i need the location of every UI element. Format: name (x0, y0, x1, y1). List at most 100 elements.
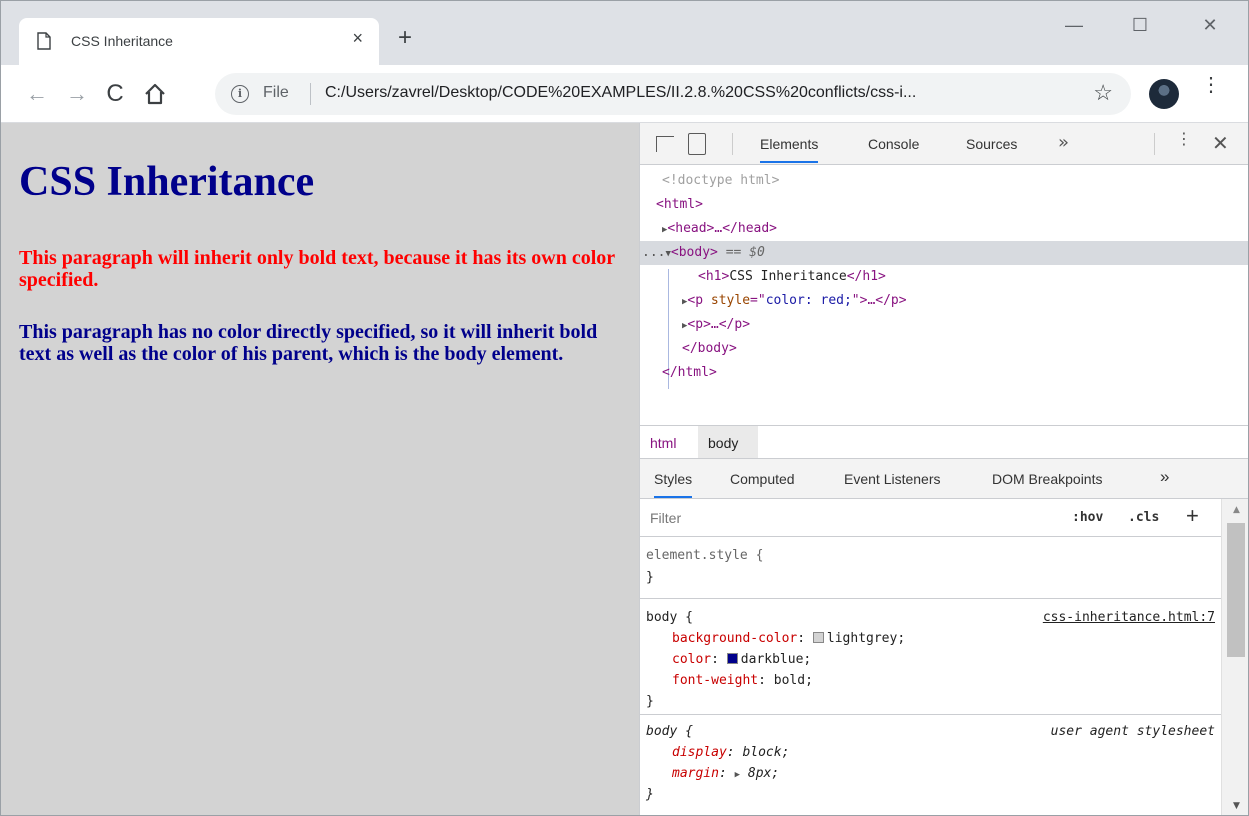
home-icon[interactable] (141, 80, 169, 108)
prop-display[interactable]: display: block; (672, 742, 789, 763)
browser-window: CSS Inheritance × + — ☐ ✕ ← → C i File C… (0, 0, 1249, 816)
tab-computed[interactable]: Computed (730, 471, 795, 487)
tab-styles[interactable]: Styles (654, 471, 693, 498)
color-swatch-icon[interactable] (812, 632, 824, 643)
breadcrumb: html body (640, 425, 1248, 459)
cls-toggle[interactable]: .cls (1128, 510, 1159, 525)
dom-body-marker: == $0 (725, 245, 765, 260)
dom-body-open: <body> (670, 245, 718, 260)
color-swatch-icon[interactable] (726, 653, 738, 664)
prop-margin[interactable]: margin: ▶ 8px; (672, 763, 779, 786)
breadcrumb-html[interactable]: html (650, 435, 676, 451)
dom-head-row[interactable]: ▶<head>…</head> (662, 217, 777, 242)
address-separator (310, 83, 311, 105)
dom-h1-text: CSS Inheritance (729, 269, 847, 284)
rule-body-author: body { css-inheritance.html:7 background… (640, 599, 1221, 715)
rule-selector[interactable]: body { (646, 721, 693, 742)
prop-name: font-weight (672, 673, 759, 688)
paragraph-red: This paragraph will inherit only bold te… (19, 247, 615, 291)
prop-value: block; (742, 745, 790, 760)
maximize-button[interactable]: ☐ (1125, 15, 1155, 39)
prop-name: color (672, 652, 712, 667)
dom-p-open: <p (687, 293, 711, 308)
prop-name: background-color (672, 631, 798, 646)
dom-tree: <!doctype html> <html> ▶<head>…</head> .… (640, 165, 1248, 425)
dom-html-open[interactable]: <html> (656, 193, 703, 217)
rule-close: } (646, 694, 654, 709)
expand-arrow-icon[interactable]: ▶ (735, 770, 740, 780)
rule-body-ua: body { user agent stylesheet display: bl… (640, 715, 1221, 815)
styles-pane: element.style { } body { css-inheritance… (640, 537, 1221, 815)
devtools-menu-icon[interactable]: ⋮ (1176, 131, 1192, 147)
more-tabs-icon[interactable]: » (1058, 132, 1069, 153)
avatar-icon[interactable] (1149, 79, 1179, 109)
address-url[interactable]: C:/Users/zavrel/Desktop/CODE%20EXAMPLES/… (325, 84, 916, 102)
dom-doctype[interactable]: <!doctype html> (662, 169, 779, 193)
dom-p-close: ">…</p> (851, 293, 907, 308)
info-icon[interactable]: i (231, 85, 249, 103)
styles-subtabs: Styles Computed Event Listeners DOM Brea… (640, 459, 1248, 499)
page-content: CSS Inheritance This paragraph will inhe… (1, 123, 639, 815)
tab-close-icon[interactable]: × (352, 28, 363, 49)
reload-button[interactable]: C (101, 80, 129, 108)
prop-name: display (672, 745, 727, 760)
tab-title: CSS Inheritance (71, 33, 173, 49)
dom-body-row[interactable]: ...▼<body> == $0 (642, 241, 765, 266)
dom-h1-close: </h1> (846, 269, 886, 284)
dom-p-value: color: red; (765, 293, 852, 308)
styles-filter-input[interactable] (642, 503, 1054, 533)
page-heading: CSS Inheritance (19, 159, 315, 205)
breadcrumb-body[interactable]: body (708, 435, 738, 451)
scroll-down-icon[interactable]: ▼ (1233, 801, 1240, 811)
dom-p-eq: =" (750, 293, 766, 308)
add-rule-icon[interactable]: + (1186, 503, 1199, 529)
back-button[interactable]: ← (23, 80, 51, 108)
tabbar-divider (732, 133, 733, 155)
address-bar[interactable]: i File C:/Users/zavrel/Desktop/CODE%20EX… (215, 73, 1131, 115)
prop-value: darkblue (740, 652, 804, 667)
browser-menu-icon[interactable]: ⋮ (1201, 75, 1221, 95)
styles-scrollbar[interactable]: ▲ ▼ (1221, 499, 1248, 815)
paragraph-inherited: This paragraph has no color directly spe… (19, 321, 598, 365)
window-close-button[interactable]: ✕ (1195, 15, 1225, 39)
prop-value: 8px; (747, 766, 780, 781)
title-bar: CSS Inheritance × + — ☐ ✕ (1, 1, 1248, 65)
dom-body-close[interactable]: </body> (682, 337, 737, 361)
more-subtabs-icon[interactable]: » (1160, 467, 1169, 487)
devtools-close-icon[interactable]: ✕ (1212, 131, 1229, 155)
prop-background-color[interactable]: background-color: lightgrey; (672, 628, 905, 649)
tab-console[interactable]: Console (868, 136, 919, 152)
hov-toggle[interactable]: :hov (1072, 510, 1103, 525)
minimize-button[interactable]: — (1059, 15, 1089, 39)
browser-tab[interactable]: CSS Inheritance × (19, 18, 379, 65)
prop-font-weight[interactable]: font-weight: bold; (672, 670, 813, 691)
tabbar-divider-right (1154, 133, 1155, 155)
rule-source-ua: user agent stylesheet (1050, 724, 1215, 739)
device-toolbar-icon[interactable] (688, 133, 706, 155)
browser-toolbar: ← → C i File C:/Users/zavrel/Desktop/COD… (1, 65, 1248, 123)
tab-sources[interactable]: Sources (966, 136, 1017, 152)
rule-selector[interactable]: element.style { (646, 545, 763, 566)
new-tab-button[interactable]: + (398, 26, 412, 50)
prop-color[interactable]: color: darkblue; (672, 649, 811, 670)
rule-selector[interactable]: body { (646, 607, 693, 628)
scroll-up-icon[interactable]: ▲ (1233, 505, 1240, 515)
row-ellipsis[interactable]: ... (642, 245, 665, 260)
tab-event-listeners[interactable]: Event Listeners (844, 471, 941, 487)
dom-html-close[interactable]: </html> (662, 361, 717, 385)
tab-elements[interactable]: Elements (760, 136, 819, 163)
scrollbar-thumb[interactable] (1227, 523, 1245, 657)
rule-source-link[interactable]: css-inheritance.html:7 (1043, 607, 1215, 628)
dom-p-red-row[interactable]: ▶<p style="color: red;">…</p> (682, 289, 907, 314)
dom-h1-row[interactable]: <h1>CSS Inheritance</h1> (698, 265, 886, 289)
dom-p-attr: style (710, 293, 751, 308)
inspect-element-icon[interactable] (656, 136, 674, 152)
devtools-panel: Elements Console Sources » ⋮ ✕ <!doctype… (639, 123, 1248, 815)
page-icon (37, 32, 51, 50)
dom-p-plain-row[interactable]: ▶<p>…</p> (682, 313, 750, 338)
tab-dom-breakpoints[interactable]: DOM Breakpoints (992, 471, 1102, 487)
forward-button[interactable]: → (63, 80, 91, 108)
dom-head: <head>…</head> (667, 221, 777, 236)
prop-value: bold (773, 673, 806, 688)
bookmark-star-icon[interactable]: ☆ (1093, 80, 1113, 106)
